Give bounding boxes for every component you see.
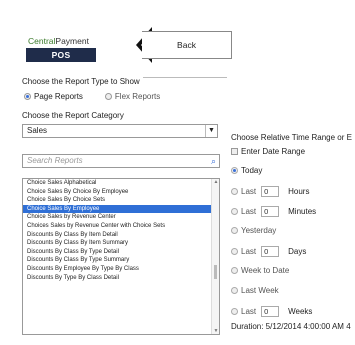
radio-label: Yesterday xyxy=(241,226,277,235)
radio-selected-icon xyxy=(24,93,31,100)
radio-unselected-icon xyxy=(231,308,238,315)
radio-label: Last xyxy=(241,307,257,316)
list-item[interactable]: Choices Sales by Revenue Center with Cho… xyxy=(23,222,211,231)
report-type-title: Choose the Report Type to Show xyxy=(22,77,143,86)
radio-flex-reports[interactable]: Flex Reports xyxy=(104,92,161,101)
list-scrollbar[interactable]: ▲ ▼ xyxy=(211,179,219,334)
minutes-input[interactable]: 0 xyxy=(261,206,280,217)
enter-date-range-checkbox[interactable]: Enter Date Range xyxy=(231,147,305,156)
list-item[interactable]: Discounts By Class By Item Summary xyxy=(23,239,211,248)
list-item-selected[interactable]: Choice Sales By Employee xyxy=(23,204,211,214)
radio-unselected-icon xyxy=(231,227,238,234)
category-value: Sales xyxy=(27,126,48,135)
radio-last-days[interactable]: Last 0 Days xyxy=(231,246,306,257)
radio-label: Last xyxy=(241,187,257,196)
radio-label: Page Reports xyxy=(34,92,83,101)
radio-page-reports[interactable]: Page Reports xyxy=(24,92,83,101)
weeks-input[interactable]: 0 xyxy=(261,306,280,317)
category-label: Choose the Report Category xyxy=(22,111,124,120)
radio-label: Flex Reports xyxy=(114,92,161,101)
duration-text: Duration: 5/12/2014 4:00:00 AM 4 xyxy=(231,322,351,331)
category-select[interactable]: Sales ▼ xyxy=(22,124,218,138)
chevron-down-icon[interactable]: ▼ xyxy=(205,125,217,137)
radio-yesterday[interactable]: Yesterday xyxy=(231,226,276,235)
checkbox-label: Enter Date Range xyxy=(241,147,306,156)
list-item[interactable]: Discounts By Type By Class Detail xyxy=(23,274,211,283)
scrollbar-thumb[interactable] xyxy=(214,265,217,279)
list-item[interactable]: Choice Sales By Choice Sets xyxy=(23,196,211,205)
logo-subtitle: POS SOLUTIONS xyxy=(26,48,96,74)
checkbox-icon xyxy=(231,148,238,155)
unit-label: Minutes xyxy=(288,207,317,216)
radio-last-hours[interactable]: Last 0 Hours xyxy=(231,186,309,197)
report-list[interactable]: Choice Sales Alphabetical Choice Sales B… xyxy=(22,178,220,335)
search-placeholder: Search Reports xyxy=(27,156,83,165)
list-item[interactable]: Discounts By Class By Item Detail xyxy=(23,231,211,240)
radio-unselected-icon xyxy=(231,248,238,255)
back-label: Back xyxy=(177,40,196,50)
radio-last-week[interactable]: Last Week xyxy=(231,286,279,295)
radio-week-to-date[interactable]: Week to Date xyxy=(231,266,289,275)
list-item[interactable]: Discounts By Class By Type Summary xyxy=(23,256,211,265)
radio-unselected-icon xyxy=(231,208,238,215)
radio-unselected-icon xyxy=(231,287,238,294)
scroll-down-icon[interactable]: ▼ xyxy=(212,328,219,334)
list-item[interactable]: Choice Sales by Revenue Center xyxy=(23,213,211,222)
unit-label: Hours xyxy=(288,187,310,196)
radio-selected-icon xyxy=(231,167,238,174)
unit-label: Weeks xyxy=(288,307,313,316)
logo: CentralPayment POS SOLUTIONS xyxy=(22,34,112,74)
list-item[interactable]: Choice Sales By Choice By Employee xyxy=(23,188,211,197)
radio-last-weeks[interactable]: Last 0 Weeks xyxy=(231,306,312,317)
hours-input[interactable]: 0 xyxy=(261,186,280,197)
radio-label: Last xyxy=(241,247,257,256)
unit-label: Days xyxy=(288,247,307,256)
radio-label: Today xyxy=(241,166,263,175)
search-input[interactable]: Search Reports ⌕ xyxy=(22,154,220,168)
scroll-up-icon[interactable]: ▲ xyxy=(212,179,219,185)
logo-wordmark: CentralPayment xyxy=(28,36,89,46)
report-type-group: Choose the Report Type to Show Page Repo… xyxy=(22,77,227,107)
radio-today[interactable]: Today xyxy=(231,166,262,175)
radio-label: Last Week xyxy=(241,286,279,295)
time-range-title: Choose Relative Time Range or E xyxy=(231,133,352,142)
search-icon[interactable]: ⌕ xyxy=(211,155,216,167)
radio-label: Week to Date xyxy=(241,266,290,275)
radio-unselected-icon xyxy=(104,93,112,100)
radio-last-minutes[interactable]: Last 0 Minutes xyxy=(231,206,316,217)
back-button[interactable]: Back xyxy=(142,31,232,59)
list-item[interactable]: Discounts By Employee By Type By Class xyxy=(23,265,211,274)
list-item[interactable]: Discounts By Class By Type Detail xyxy=(23,248,211,257)
list-item[interactable]: Choice Sales Alphabetical xyxy=(23,179,211,188)
radio-label: Last xyxy=(241,207,257,216)
radio-unselected-icon xyxy=(231,188,238,195)
radio-unselected-icon xyxy=(231,267,238,274)
days-input[interactable]: 0 xyxy=(261,246,280,257)
